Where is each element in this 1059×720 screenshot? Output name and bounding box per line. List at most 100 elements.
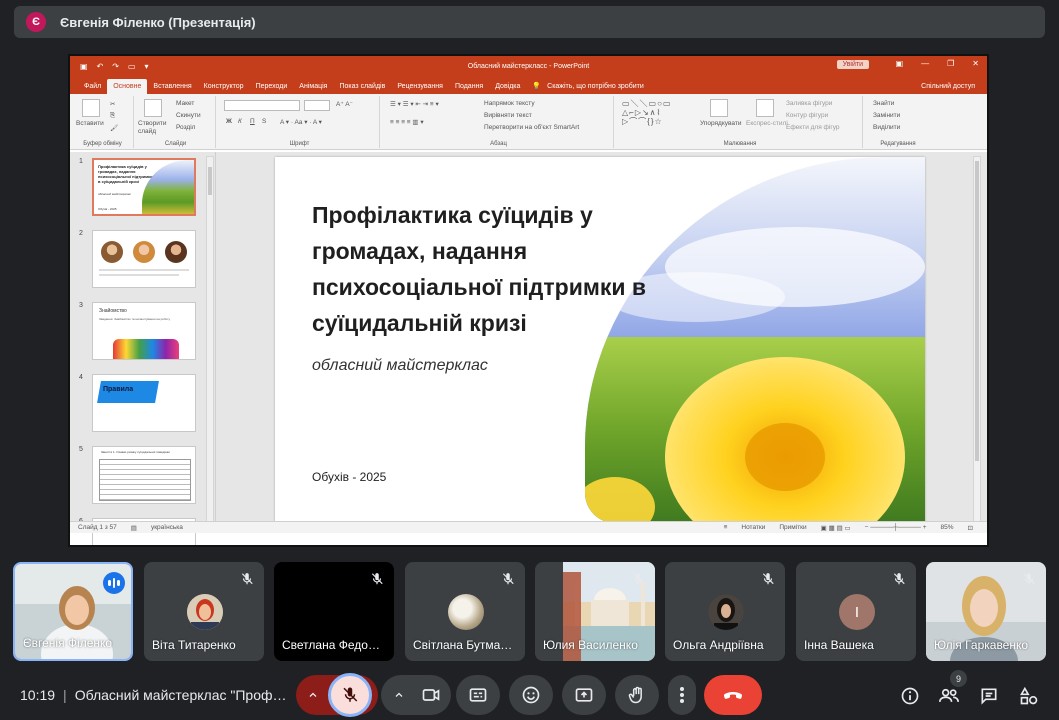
comments-button[interactable]: Примітки bbox=[779, 524, 806, 531]
participant-tile-1[interactable]: Євгенія Філенко bbox=[13, 562, 133, 661]
bold-button[interactable]: Ж bbox=[226, 118, 232, 125]
clock-time: 10:19 bbox=[20, 687, 56, 703]
captions-button[interactable] bbox=[456, 675, 500, 715]
current-slide[interactable]: Профілактика суїцидів у громадах, наданн… bbox=[275, 157, 925, 523]
shapes-gallery-icon[interactable]: ▭＼＼▭○▭ △⌐▷↘∧⌇ ▷⌒⌒{}☆ bbox=[622, 99, 672, 126]
meeting-details-button[interactable] bbox=[894, 680, 926, 712]
italic-button[interactable]: К bbox=[238, 118, 242, 125]
reactions-button[interactable] bbox=[509, 675, 553, 715]
slide-title[interactable]: Профілактика суїцидів у громадах, наданн… bbox=[312, 197, 692, 341]
notes-button[interactable]: Нотатки bbox=[741, 524, 765, 531]
minimize-icon[interactable]: — bbox=[921, 59, 929, 68]
thumbnails-scrollbar[interactable] bbox=[206, 156, 214, 529]
slide-thumbnail-5[interactable]: Заняття 1. Ознаки ризику суїцидальної по… bbox=[92, 446, 196, 504]
shape-outline-button[interactable]: Контур фігури bbox=[786, 112, 828, 119]
mic-off-icon bbox=[499, 570, 517, 588]
new-slide-icon[interactable] bbox=[144, 99, 162, 117]
scroll-thumb[interactable] bbox=[208, 167, 212, 195]
slide-scrollbar[interactable] bbox=[973, 156, 981, 529]
close-icon[interactable]: ✕ bbox=[972, 59, 979, 68]
restore-icon[interactable]: ❐ bbox=[947, 59, 954, 68]
camera-toggle-button[interactable] bbox=[411, 675, 451, 715]
grow-font-icon[interactable]: A⁺ A⁻ bbox=[336, 100, 353, 108]
language-label[interactable]: українська bbox=[151, 524, 183, 531]
arrange-icon[interactable] bbox=[710, 99, 728, 117]
section-button[interactable]: Розділ bbox=[176, 124, 195, 131]
slide-thumbnail-2[interactable] bbox=[92, 230, 196, 288]
underline-button[interactable]: П bbox=[250, 118, 255, 125]
tab-design[interactable]: Конструктор bbox=[198, 83, 250, 94]
quick-styles-button[interactable]: Експрес-стилі bbox=[746, 120, 788, 127]
people-icon bbox=[939, 688, 959, 702]
replace-button[interactable]: Замінити bbox=[873, 112, 900, 119]
participant-tile-3[interactable]: Светлана Федорова bbox=[274, 562, 394, 661]
paste-button[interactable]: Вставити bbox=[76, 120, 104, 127]
ribbon-display-icon[interactable]: ▣ bbox=[896, 59, 904, 68]
paste-icon[interactable] bbox=[82, 99, 100, 117]
tab-home[interactable]: Основне bbox=[107, 79, 148, 94]
layout-button[interactable]: Макет bbox=[176, 100, 194, 107]
thumb-subtitle: обласний майстерклас bbox=[98, 192, 131, 196]
mic-options-chevron-icon[interactable] bbox=[296, 675, 330, 715]
cut-icon[interactable]: ✂ bbox=[110, 100, 115, 108]
format-painter-icon[interactable]: 🖌 bbox=[110, 124, 118, 132]
slide-footer[interactable]: Обухів - 2025 bbox=[312, 470, 386, 484]
participant-tile-7[interactable]: І Інна Вашека bbox=[796, 562, 916, 661]
view-icons[interactable]: ▣ ▦ ▤ ▭ bbox=[821, 524, 851, 532]
people-button[interactable]: 9 bbox=[933, 670, 967, 712]
tab-slideshow[interactable]: Показ слайдів bbox=[333, 83, 391, 94]
zoom-slider[interactable]: − ─────┼───── + bbox=[865, 524, 927, 531]
leave-call-button[interactable] bbox=[704, 675, 762, 715]
tab-insert[interactable]: Вставлення bbox=[147, 83, 197, 94]
slide-thumbnail-3[interactable]: Знайомство Завдання: Знайомство та налаш… bbox=[92, 302, 196, 360]
tab-animations[interactable]: Анімація bbox=[293, 83, 333, 94]
tell-me-input[interactable]: Скажіть, що потрібно зробити bbox=[547, 83, 644, 94]
participant-tile-8[interactable]: Юлія Гаркавенко bbox=[926, 562, 1046, 661]
quick-styles-icon[interactable] bbox=[756, 99, 774, 117]
tab-view[interactable]: Подання bbox=[449, 83, 489, 94]
raise-hand-button[interactable] bbox=[615, 675, 659, 715]
notes-icon[interactable]: ≡ bbox=[724, 524, 728, 531]
shape-fill-button[interactable]: Заливка фігури bbox=[786, 100, 832, 107]
participant-tile-2[interactable]: Віта Титаренко bbox=[144, 562, 264, 661]
participant-tile-4[interactable]: Світлана Бутманова bbox=[405, 562, 525, 661]
slide-count: Слайд 1 з 57 bbox=[78, 524, 117, 531]
activities-button[interactable] bbox=[1013, 680, 1045, 712]
more-options-button[interactable] bbox=[668, 675, 696, 715]
signin-button[interactable]: Увійти bbox=[836, 60, 869, 69]
spellcheck-icon[interactable]: ▤ bbox=[131, 524, 137, 532]
slide-thumbnail-4[interactable]: Правила bbox=[92, 374, 196, 432]
find-button[interactable]: Знайти bbox=[873, 100, 894, 107]
select-button[interactable]: Виділити bbox=[873, 124, 900, 131]
tab-help[interactable]: Довідка bbox=[489, 83, 526, 94]
text-direction-button[interactable]: Напрямок тексту bbox=[484, 100, 535, 107]
reset-button[interactable]: Скинути bbox=[176, 112, 201, 119]
mic-toggle-button[interactable] bbox=[328, 673, 372, 717]
tab-review[interactable]: Рецензування bbox=[391, 83, 449, 94]
share-button[interactable]: Спільний доступ bbox=[921, 83, 987, 94]
present-screen-button[interactable] bbox=[562, 675, 606, 715]
scroll-thumb[interactable] bbox=[975, 161, 979, 461]
shape-effects-button[interactable]: Ефекти для фігур bbox=[786, 124, 840, 131]
font-size-dropdown[interactable] bbox=[304, 100, 330, 111]
new-slide-button[interactable]: Створити слайд bbox=[138, 120, 172, 136]
tab-transitions[interactable]: Переходи bbox=[250, 83, 294, 94]
smartart-button[interactable]: Перетворити на об'єкт SmartArt bbox=[484, 124, 579, 131]
chat-button[interactable] bbox=[973, 680, 1005, 712]
slide-subtitle[interactable]: обласний майстерклас bbox=[312, 357, 488, 375]
camera-options-chevron-icon[interactable] bbox=[387, 675, 411, 715]
copy-icon[interactable]: ⎘ bbox=[110, 112, 115, 120]
participant-tile-5[interactable]: Юлия Василенко bbox=[535, 562, 655, 661]
fit-slide-icon[interactable]: ⊡ bbox=[968, 524, 973, 532]
align-text-button[interactable]: Вирівняти текст bbox=[484, 112, 532, 119]
font-name-dropdown[interactable] bbox=[224, 100, 300, 111]
zoom-level[interactable]: 85% bbox=[941, 524, 954, 531]
font-color-icon[interactable]: A ▾ · Aa ▾ · A ▾ bbox=[280, 118, 322, 126]
participant-tile-6[interactable]: Ольга Андріївна bbox=[665, 562, 785, 661]
slide-thumbnail-1[interactable]: Профілактика суїцидів у громадах, наданн… bbox=[92, 158, 196, 216]
shadow-button[interactable]: S bbox=[262, 118, 266, 125]
bullets-icon[interactable]: ☰ ▾ ☰ ▾ ⇤ ⇥ ≡ ▾ bbox=[390, 100, 439, 108]
tab-file[interactable]: Файл bbox=[78, 83, 107, 94]
arrange-button[interactable]: Упорядкувати bbox=[700, 120, 741, 127]
align-icons[interactable]: ≡ ≡ ≡ ≡ ▥ ▾ bbox=[390, 118, 424, 126]
